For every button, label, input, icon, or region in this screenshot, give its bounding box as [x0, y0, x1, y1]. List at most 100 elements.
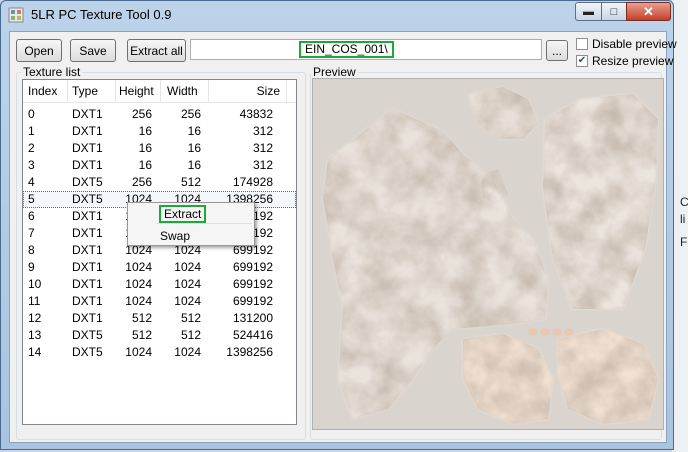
- close-button[interactable]: ✕: [626, 2, 671, 21]
- background-text: li: [680, 212, 686, 226]
- disable-preview-label: Disable preview: [592, 37, 677, 51]
- texture-list-label: Texture list: [21, 65, 83, 79]
- cell-type: DXT5: [72, 345, 103, 359]
- table-row[interactable]: 4 DXT5 256 512 174928: [23, 174, 296, 191]
- cell-size: 312: [252, 141, 273, 155]
- preview-label: Preview: [311, 65, 358, 79]
- minimize-button[interactable]: ▬: [575, 2, 602, 21]
- column-header-height[interactable]: Height: [116, 80, 161, 102]
- cell-type: DXT1: [72, 294, 103, 308]
- cell-width: 16: [187, 158, 201, 172]
- menu-item-swap[interactable]: Swap: [160, 229, 190, 243]
- column-header-size[interactable]: Size: [209, 80, 287, 102]
- texture-preview: [312, 78, 664, 430]
- cell-index: 9: [28, 260, 35, 274]
- cell-width: 1024: [174, 260, 201, 274]
- cell-index: 4: [28, 175, 35, 189]
- cell-index: 13: [28, 328, 42, 342]
- table-row[interactable]: 13 DXT5 512 512 524416: [23, 327, 296, 344]
- cell-size: 312: [252, 124, 273, 138]
- background-text: F: [680, 235, 688, 249]
- cell-size: 524416: [232, 328, 273, 342]
- cell-index: 6: [28, 209, 35, 223]
- path-value: EIN_COS_001\: [299, 41, 394, 58]
- extract-all-button[interactable]: Extract all: [127, 39, 186, 62]
- title-bar[interactable]: 5LR PC Texture Tool 0.9 ▬ □ ✕: [1, 1, 673, 29]
- close-icon: ✕: [643, 3, 654, 19]
- cell-type: DXT1: [72, 158, 103, 172]
- cell-height: 256: [131, 175, 152, 189]
- cell-height: 1024: [125, 345, 152, 359]
- save-button[interactable]: Save: [70, 39, 116, 62]
- minimize-icon: ▬: [583, 5, 594, 18]
- cell-height: 1024: [125, 277, 152, 291]
- cell-type: DXT1: [72, 124, 103, 138]
- resize-preview-label: Resize preview: [592, 54, 674, 68]
- cell-type: DXT1: [72, 226, 103, 240]
- cell-index: 1: [28, 124, 35, 138]
- cell-size: 699192: [232, 260, 273, 274]
- cell-type: DXT1: [72, 311, 103, 325]
- window-title: 5LR PC Texture Tool 0.9: [31, 7, 172, 22]
- cell-index: 2: [28, 141, 35, 155]
- column-header-index[interactable]: Index: [23, 80, 68, 102]
- cell-width: 16: [187, 124, 201, 138]
- table-row[interactable]: 11 DXT1 1024 1024 699192: [23, 293, 296, 310]
- disable-preview-checkbox[interactable]: [576, 38, 588, 50]
- cell-height: 16: [138, 141, 152, 155]
- cell-index: 5: [28, 192, 35, 206]
- cell-type: DXT5: [72, 328, 103, 342]
- disable-preview-option[interactable]: Disable preview: [576, 37, 677, 51]
- cell-width: 512: [180, 175, 201, 189]
- menu-separator: [156, 223, 252, 224]
- cell-type: DXT1: [72, 260, 103, 274]
- resize-preview-option[interactable]: ✔ Resize preview: [576, 54, 673, 68]
- table-row[interactable]: 0 DXT1 256 256 43832: [23, 106, 296, 123]
- cell-size: 699192: [232, 277, 273, 291]
- open-button[interactable]: Open: [16, 39, 62, 62]
- cell-size: 174928: [232, 175, 273, 189]
- cell-height: 16: [138, 124, 152, 138]
- cell-size: 699192: [232, 294, 273, 308]
- cell-height: 1024: [125, 260, 152, 274]
- cell-height: 256: [131, 107, 152, 121]
- cell-width: 512: [180, 311, 201, 325]
- background-text: C: [680, 195, 688, 209]
- maximize-button[interactable]: □: [601, 2, 627, 21]
- texture-list[interactable]: Index Type Height Width Size 0 DXT1 256 256…: [22, 79, 297, 425]
- table-row[interactable]: 2 DXT1 16 16 312: [23, 140, 296, 157]
- cell-index: 0: [28, 107, 35, 121]
- list-header: Index Type Height Width Size: [23, 80, 296, 103]
- column-header-width[interactable]: Width: [161, 80, 209, 102]
- table-row[interactable]: 3 DXT1 16 16 312: [23, 157, 296, 174]
- cell-index: 10: [28, 277, 42, 291]
- column-header-type[interactable]: Type: [68, 80, 116, 102]
- cell-size: 312: [252, 158, 273, 172]
- browse-button[interactable]: ...: [546, 40, 568, 61]
- path-input[interactable]: EIN_COS_001\: [190, 39, 542, 60]
- context-menu: Extract Swap: [127, 202, 255, 246]
- cell-width: 1024: [174, 345, 201, 359]
- texture-preview-image: [313, 79, 663, 429]
- cell-width: 16: [187, 141, 201, 155]
- cell-index: 3: [28, 158, 35, 172]
- table-row[interactable]: 9 DXT1 1024 1024 699192: [23, 259, 296, 276]
- table-row[interactable]: 14 DXT5 1024 1024 1398256: [23, 344, 296, 361]
- table-row[interactable]: 12 DXT1 512 512 131200: [23, 310, 296, 327]
- cell-type: DXT1: [72, 243, 103, 257]
- app-icon: [8, 7, 24, 23]
- cell-type: DXT5: [72, 192, 103, 206]
- cell-index: 12: [28, 311, 42, 325]
- table-row[interactable]: 1 DXT1 16 16 312: [23, 123, 296, 140]
- table-row[interactable]: 10 DXT1 1024 1024 699192: [23, 276, 296, 293]
- cell-width: 1024: [174, 277, 201, 291]
- cell-height: 512: [131, 311, 152, 325]
- checkmark-icon: ✔: [577, 55, 587, 66]
- cell-height: 512: [131, 328, 152, 342]
- menu-item-extract[interactable]: Extract: [159, 205, 207, 223]
- cell-height: 1024: [125, 294, 152, 308]
- resize-preview-checkbox[interactable]: ✔: [576, 55, 588, 67]
- cell-index: 14: [28, 345, 42, 359]
- cell-width: 256: [180, 107, 201, 121]
- cell-size: 43832: [239, 107, 273, 121]
